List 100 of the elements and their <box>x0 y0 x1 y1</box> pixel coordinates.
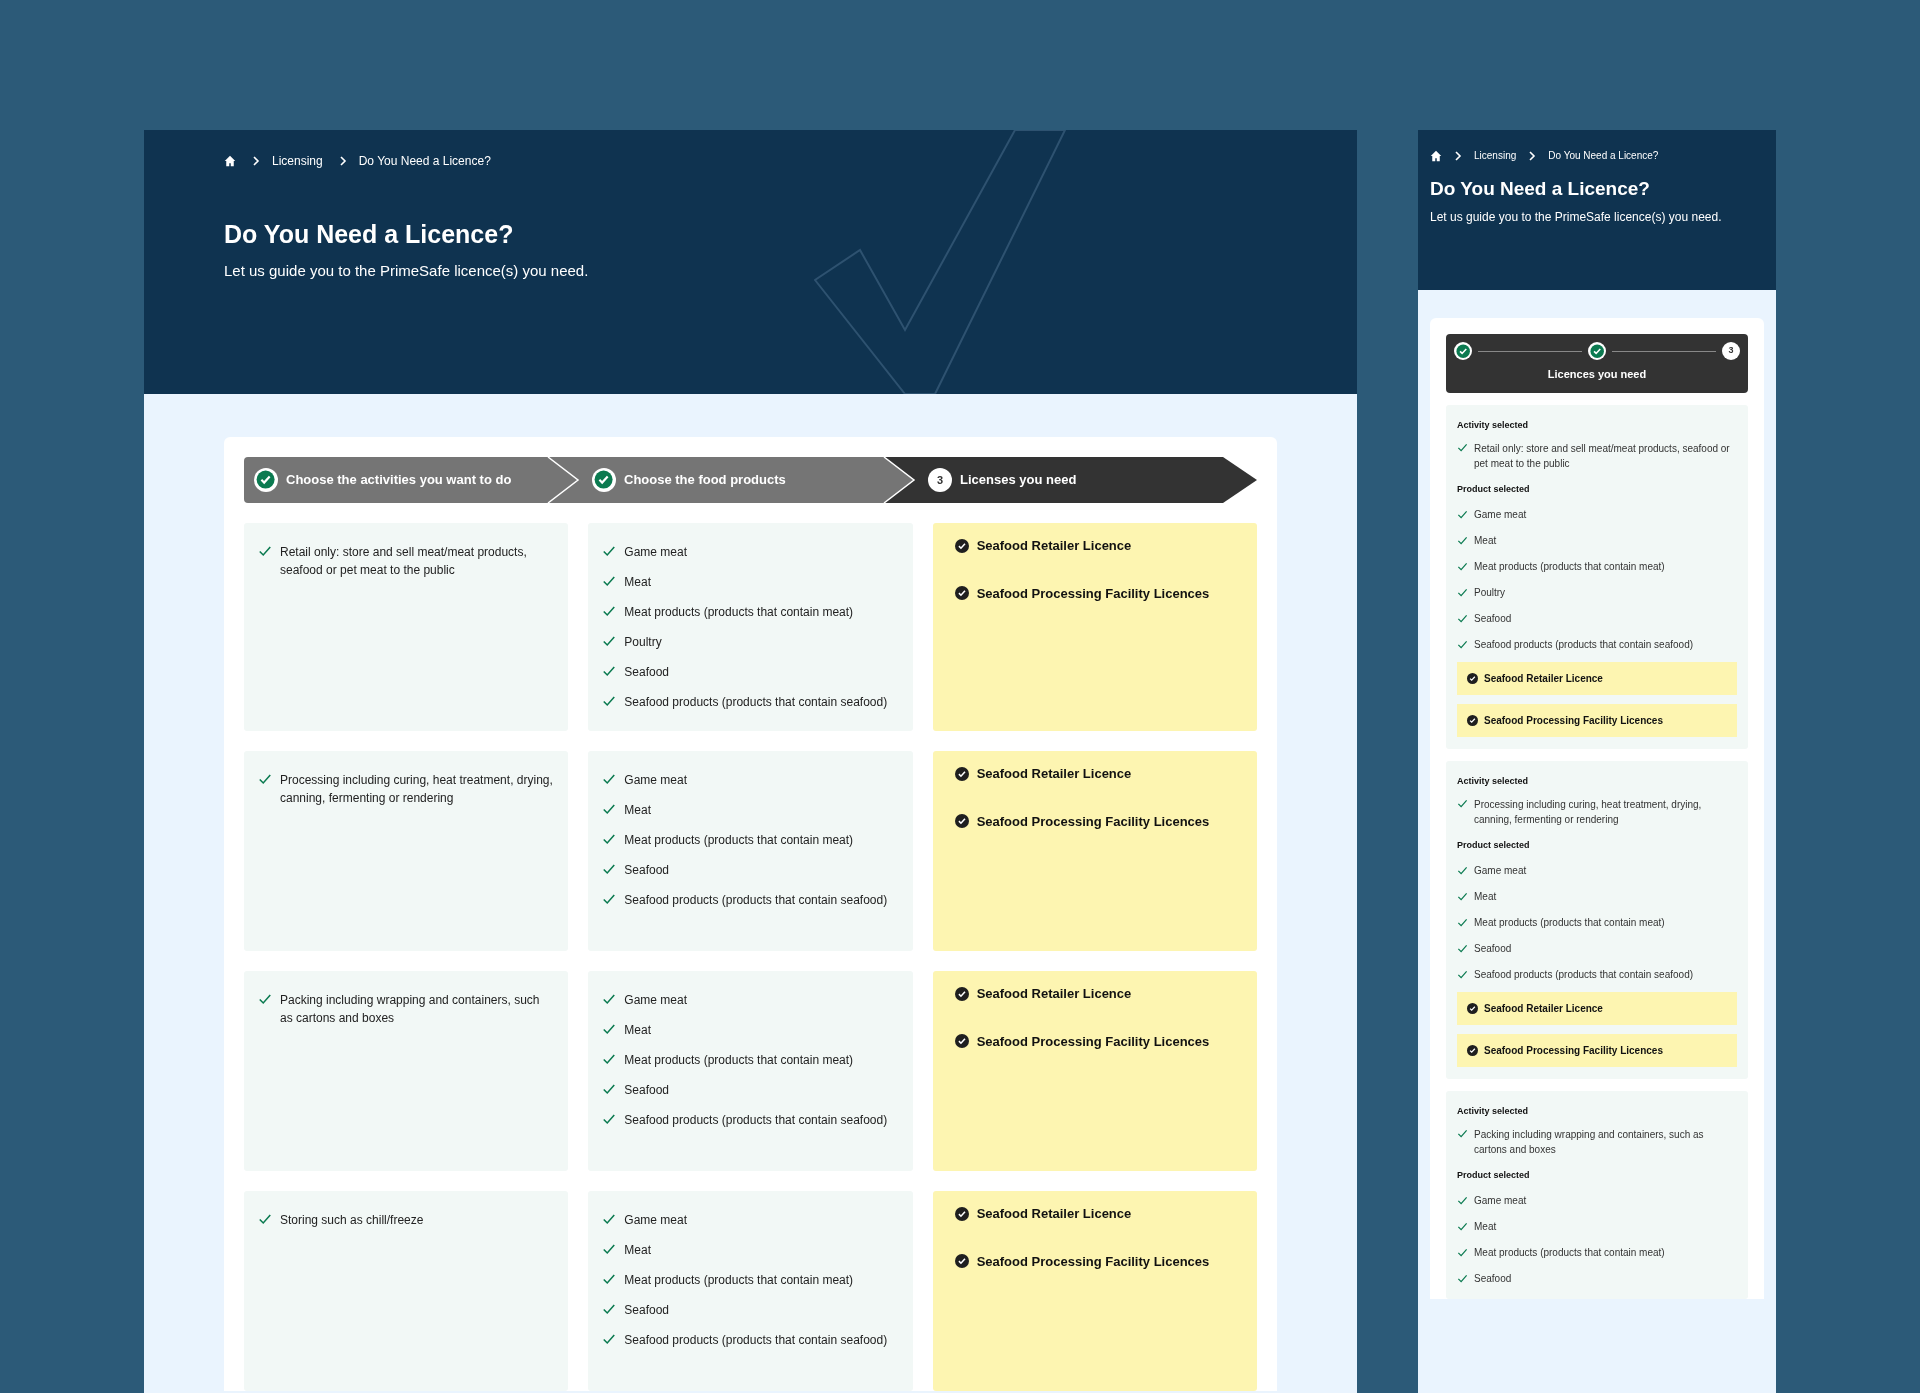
product-text: Game meat <box>624 772 688 789</box>
section-heading: Product selected <box>1457 1169 1531 1182</box>
product-text: Game meat <box>624 992 688 1009</box>
product-text: Game meat <box>1474 1193 1527 1208</box>
product-text: Seafood <box>624 1082 670 1099</box>
check-icon <box>1457 1221 1468 1232</box>
check-circle-icon <box>1467 714 1478 726</box>
section-heading: Product selected <box>1457 839 1531 852</box>
product-text: Meat <box>624 802 651 819</box>
check-circle-icon <box>954 586 969 601</box>
product-text: Meat <box>624 1242 651 1259</box>
licence-name: Seafood Processing Facility Licences <box>976 812 1210 831</box>
check-icon <box>602 1212 617 1226</box>
product-text: Meat products (products that contain meat) <box>624 1272 854 1289</box>
licence-banner: Seafood Retailer Licence <box>1457 661 1737 695</box>
home-icon[interactable] <box>224 155 236 167</box>
activity-text: Packing including wrapping and containers, such as cartons and boxes <box>1474 1128 1705 1157</box>
product-text: Meat products (products that contain meat) <box>1474 915 1665 930</box>
step-tab[interactable]: Choose the food products <box>580 457 916 503</box>
licence-name: Seafood Retailer Licence <box>976 1205 1132 1223</box>
section-heading: Activity selected <box>1457 1104 1530 1118</box>
licence-name: Seafood Retailer Licence <box>976 765 1132 783</box>
home-icon[interactable] <box>1430 149 1442 162</box>
product-text: Meat products (products that contain meat) <box>624 604 854 621</box>
step-title: Licences you need <box>1547 367 1647 382</box>
product-text: Seafood <box>624 862 670 879</box>
page-title: Do You Need a Licence? <box>1430 177 1651 201</box>
check-circle-icon <box>954 1206 969 1221</box>
check-icon <box>1457 613 1468 624</box>
licence-banner: Seafood Processing Facility Licences <box>1457 703 1737 737</box>
check-icon <box>258 1212 272 1226</box>
breadcrumb-link[interactable]: Licensing <box>272 152 323 170</box>
product-text: Seafood products (products that contain seafood) <box>624 1112 888 1129</box>
step-number: 3 <box>1722 342 1740 360</box>
chevron-right-icon <box>338 156 347 166</box>
check-icon <box>602 802 617 816</box>
arrow-tip-icon <box>1221 457 1257 503</box>
licence-name: Seafood Retailer Licence <box>976 985 1132 1003</box>
section-heading: Activity selected <box>1457 774 1530 788</box>
check-circle-icon <box>954 538 969 553</box>
check-icon <box>602 1082 617 1096</box>
check-icon <box>1457 1273 1468 1284</box>
page-subtitle: Let us guide you to the PrimeSafe licence(s) you need. <box>224 260 590 281</box>
check-circle-icon <box>954 1254 969 1269</box>
activity-text: Packing including wrapping and containers, such as cartons and boxes <box>280 992 541 1027</box>
section-heading: Activity selected <box>1457 418 1530 432</box>
check-circle-icon <box>1467 1044 1478 1056</box>
check-icon <box>602 1242 617 1256</box>
product-text: Seafood <box>1474 941 1512 956</box>
product-text: Meat <box>1474 889 1497 904</box>
check-icon <box>1457 943 1468 954</box>
product-text: Meat <box>624 574 651 591</box>
page-subtitle: Let us guide you to the PrimeSafe licence(s) you need. <box>1430 208 1723 226</box>
product-text: Game meat <box>624 1212 688 1229</box>
check-icon <box>1457 891 1468 902</box>
product-text: Seafood <box>624 664 670 681</box>
licence-name: Seafood Processing Facility Licences <box>976 1032 1210 1051</box>
check-icon <box>602 1112 617 1126</box>
check-icon <box>1457 639 1468 650</box>
activity-text: Processing including curing, heat treatment, drying, canning, fermenting or rendering <box>1474 798 1703 827</box>
check-icon <box>602 1302 617 1316</box>
chevron-right-icon <box>252 156 260 166</box>
licence-name: Seafood Processing Facility Licences <box>976 1252 1210 1271</box>
check-icon <box>1457 969 1468 980</box>
section-heading: Product selected <box>1457 483 1531 496</box>
chevron-right-icon <box>1528 150 1537 161</box>
product-text: Seafood products (products that contain seafood) <box>624 1332 888 1349</box>
product-text: Game meat <box>1474 863 1527 878</box>
product-text: Meat <box>1474 1219 1497 1234</box>
check-icon <box>602 832 617 846</box>
check-icon <box>1457 798 1468 809</box>
check-icon <box>258 992 272 1006</box>
breadcrumb-link[interactable]: Licensing <box>1474 148 1517 163</box>
step-tab[interactable]: Choose the activities you want to do <box>244 457 580 503</box>
activity-text: Retail only: store and sell meat/meat products, seafood or pet meat to the public <box>280 544 528 579</box>
product-text: Poultry <box>1474 585 1506 600</box>
page-title: Do You Need a Licence? <box>224 219 515 250</box>
product-text: Meat <box>1474 533 1497 548</box>
activity-text: Retail only: store and sell meat/meat products, seafood or pet meat to the public <box>1474 442 1731 471</box>
product-text: Meat products (products that contain meat) <box>1474 559 1665 574</box>
check-icon <box>1457 1247 1468 1258</box>
product-text: Seafood products (products that contain seafood) <box>624 694 888 711</box>
product-text: Meat products (products that contain meat) <box>624 832 854 849</box>
check-icon <box>258 772 272 786</box>
licence-banner: Seafood Retailer Licence <box>1457 991 1737 1025</box>
step-number: 3 <box>928 468 952 492</box>
check-circle-icon <box>954 766 969 781</box>
check-circle-icon <box>954 986 969 1001</box>
check-icon <box>1457 1195 1468 1206</box>
product-text: Poultry <box>624 634 662 651</box>
licence-banner: Seafood Processing Facility Licences <box>1457 1033 1737 1067</box>
check-icon <box>602 664 617 678</box>
product-text: Game meat <box>1474 507 1527 522</box>
licence-name: Seafood Processing Facility Licences <box>976 584 1210 603</box>
product-text: Seafood products (products that contain seafood) <box>1474 967 1694 982</box>
check-icon <box>1457 561 1468 572</box>
check-icon <box>1457 587 1468 598</box>
product-text: Meat products (products that contain meat) <box>1474 1245 1665 1260</box>
check-icon <box>602 1272 617 1286</box>
product-text: Seafood <box>1474 1271 1512 1286</box>
